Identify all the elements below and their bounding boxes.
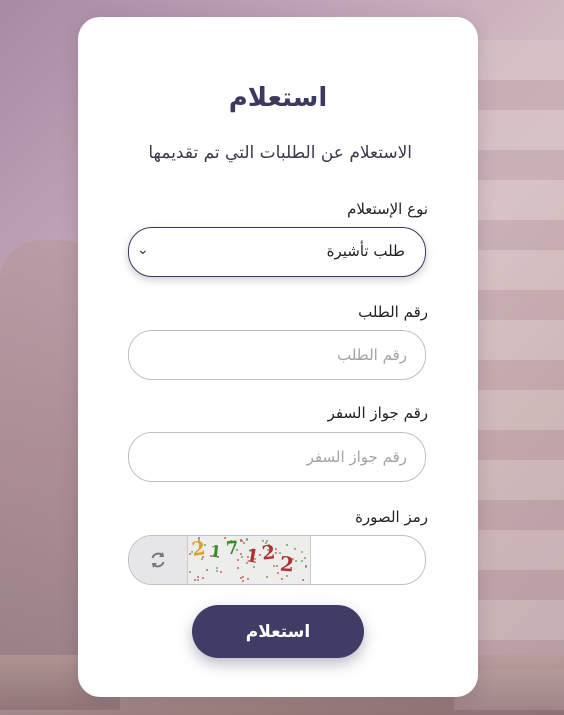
captcha-noise	[197, 578, 200, 581]
captcha-noise	[188, 552, 191, 555]
inquiry-type-select[interactable]: طلب تأشيرة ⌄	[128, 227, 426, 277]
captcha-noise	[272, 565, 275, 568]
passport-number-input[interactable]	[129, 433, 425, 481]
chevron-down-icon: ⌄	[137, 242, 149, 258]
captcha-noise	[241, 556, 244, 559]
captcha-noise	[294, 560, 297, 563]
captcha-digit: 1	[244, 545, 261, 568]
captcha-digit: 7	[225, 537, 240, 560]
captcha-noise	[286, 543, 288, 546]
captcha-noise	[276, 565, 279, 568]
page-subtitle: الاستعلام عن الطلبات التي تم تقديمها	[148, 143, 412, 163]
request-number-label: رقم الطلب	[358, 303, 428, 321]
captcha-noise	[219, 571, 222, 574]
captcha-image: 217122	[187, 536, 311, 584]
captcha-noise	[242, 580, 245, 583]
captcha-noise	[188, 570, 191, 573]
inquiry-type-value: طلب تأشيرة	[326, 242, 405, 260]
refresh-icon[interactable]	[129, 536, 187, 584]
page-title: استعلام	[228, 83, 328, 113]
captcha-noise	[275, 551, 278, 554]
captcha-digit: 2	[279, 551, 295, 577]
passport-number-field-wrap	[128, 432, 426, 482]
captcha-noise	[236, 567, 239, 570]
captcha-noise	[304, 556, 307, 559]
captcha-digit: 2	[190, 537, 207, 561]
inquiry-card: استعلام الاستعلام عن الطلبات التي تم تقد…	[78, 17, 478, 697]
captcha-noise	[193, 579, 196, 582]
captcha-noise	[215, 566, 218, 569]
submit-button[interactable]: استعلام	[192, 605, 364, 658]
captcha-noise	[202, 577, 205, 580]
captcha-noise	[243, 541, 246, 544]
captcha-noise	[241, 576, 244, 579]
captcha-digit: 1	[209, 541, 223, 562]
captcha-noise	[239, 553, 242, 556]
captcha-noise	[304, 566, 307, 569]
captcha-noise	[274, 548, 277, 551]
captcha-noise	[293, 548, 296, 551]
request-number-field-wrap	[128, 330, 426, 380]
captcha-noise	[246, 577, 249, 580]
captcha-noise	[237, 558, 240, 561]
request-number-input[interactable]	[129, 331, 425, 379]
inquiry-type-label: نوع الإستعلام	[347, 200, 428, 218]
passport-number-label: رقم جواز السفر	[327, 404, 428, 422]
captcha-noise	[206, 568, 209, 571]
refresh-icon-svg	[151, 552, 165, 568]
captcha-digit: 2	[260, 541, 277, 565]
captcha-noise	[280, 578, 283, 581]
captcha-noise	[245, 538, 248, 541]
captcha-field-wrap: 217122	[128, 535, 426, 585]
captcha-label: رمز الصورة	[355, 508, 428, 526]
captcha-noise	[265, 576, 268, 578]
captcha-noise	[300, 550, 303, 553]
captcha-noise	[301, 559, 304, 562]
captcha-noise	[302, 578, 305, 581]
captcha-noise	[215, 570, 218, 573]
captcha-noise	[259, 554, 262, 557]
